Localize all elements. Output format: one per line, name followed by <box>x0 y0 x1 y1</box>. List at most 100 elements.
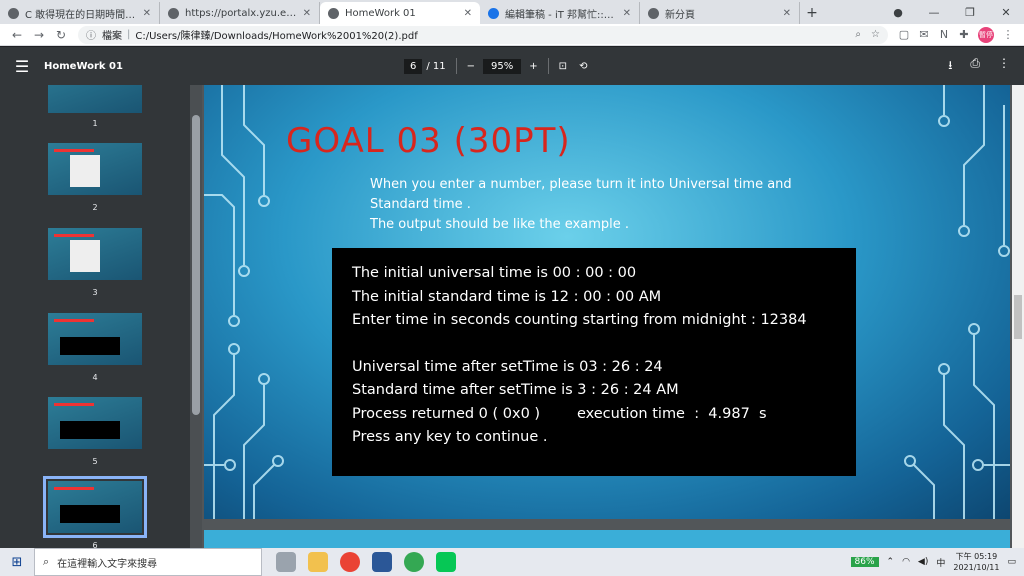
info-icon[interactable]: ⓘ <box>86 27 96 42</box>
console-output: The initial universal time is 00 : 00 : … <box>332 248 856 476</box>
avatar[interactable]: 暫停 <box>978 26 994 43</box>
download-icon[interactable]: ⭳ <box>948 56 952 77</box>
wifi-icon[interactable]: ◠ <box>902 557 910 567</box>
page-thumbnail[interactable] <box>48 397 142 449</box>
clock[interactable]: 下午 05:19 2021/10/11 <box>953 551 999 573</box>
page-thumbnail[interactable] <box>48 143 142 195</box>
description-line: Standard time . <box>370 197 471 212</box>
volume-icon[interactable]: ◀) <box>918 557 928 567</box>
address-bar: ← → ↻ ⓘ 檔案 | C:/Users/陳律臻/Downloads/Home… <box>0 24 1024 46</box>
pdf-viewer[interactable]: GOAL 03 (30PT) When you enter a number, … <box>202 85 1012 550</box>
reload-icon[interactable]: ↻ <box>50 28 72 42</box>
thumb-console <box>60 337 120 355</box>
tab-3[interactable]: 編輯筆稿 - iT 邦幫忙::一起幫忙 ✕ <box>480 2 640 24</box>
url-prefix: 檔案 <box>102 31 122 42</box>
console-line: The initial universal time is 00 : 00 : … <box>352 265 637 281</box>
scrollbar-thumb[interactable] <box>192 115 200 415</box>
pinned-apps <box>276 552 456 572</box>
close-icon[interactable]: ✕ <box>623 8 631 19</box>
fit-page-icon[interactable]: ⊡ <box>559 61 567 72</box>
tab-4[interactable]: 新分頁 ✕ <box>640 2 800 24</box>
divider <box>547 58 549 74</box>
thumbnail-label: 4 <box>92 373 98 382</box>
page-thumbnail-selected[interactable] <box>43 476 147 538</box>
zoom-input[interactable]: 95% <box>483 58 522 74</box>
close-icon[interactable]: ✕ <box>303 8 311 19</box>
task-view-icon[interactable] <box>276 552 296 572</box>
taskbar: ⊞ ⌕ 在這裡輸入文字來搜尋 86% ⌃ ◠ ◀) 中 下午 05:19 202… <box>0 548 1024 576</box>
taskbar-search-input[interactable]: ⌕ 在這裡輸入文字來搜尋 <box>34 548 262 576</box>
notifications-icon[interactable]: ▭ <box>1007 557 1016 567</box>
back-icon[interactable]: ← <box>6 28 28 42</box>
line-icon[interactable] <box>436 552 456 572</box>
url-input[interactable]: ⓘ 檔案 | C:/Users/陳律臻/Downloads/HomeWork%2… <box>78 25 888 44</box>
forward-icon[interactable]: → <box>28 28 50 42</box>
chrome-profile-icon[interactable] <box>404 552 424 572</box>
globe-icon <box>328 7 339 19</box>
description-line: The output should be like the example . <box>370 217 630 232</box>
thumbnail-label: 2 <box>92 203 98 212</box>
clock-date: 2021/10/11 <box>953 563 1000 572</box>
extension-mail-icon[interactable]: ✉ <box>914 28 934 41</box>
tab-1[interactable]: https://portalx.yzu.edu.tw/Port ✕ <box>160 2 320 24</box>
thumb-title <box>54 149 94 152</box>
tab-title: 編輯筆稿 - iT 邦幫忙::一起幫忙 <box>505 9 617 21</box>
profile-icon[interactable]: ● <box>880 6 916 19</box>
pdf-actions: ⭳ ⎙ ⋮ <box>948 56 1010 77</box>
chrome-icon[interactable] <box>340 552 360 572</box>
search-icon: ⌕ <box>43 555 50 568</box>
thumb-console <box>60 421 120 439</box>
page-thumbnail[interactable] <box>48 85 142 113</box>
extensions-puzzle-icon[interactable]: ✚ <box>954 28 974 41</box>
minimize-icon[interactable]: — <box>916 6 952 19</box>
tab-0[interactable]: C 敢得現在的日期時間 @ 數位 ✕ <box>0 2 160 24</box>
close-icon[interactable]: ✕ <box>143 8 151 19</box>
maximize-icon[interactable]: ❐ <box>952 6 988 19</box>
file-explorer-icon[interactable] <box>308 552 328 572</box>
more-options-icon[interactable]: ⋮ <box>998 56 1010 77</box>
slide-page: GOAL 03 (30PT) When you enter a number, … <box>204 85 1010 519</box>
close-icon[interactable]: ✕ <box>783 8 791 19</box>
page-thumbnail[interactable] <box>48 313 142 365</box>
ime-indicator[interactable]: 中 <box>936 556 945 569</box>
zoom-in-button[interactable]: + <box>529 61 537 72</box>
bookmark-star-icon[interactable]: ☆ <box>871 29 880 40</box>
tab-2[interactable]: HomeWork 01 ✕ <box>320 2 480 24</box>
page-total: / 11 <box>426 60 446 72</box>
thumb-title <box>54 487 94 490</box>
zoom-out-button[interactable]: − <box>467 61 475 72</box>
tray-expand-icon[interactable]: ⌃ <box>887 557 895 567</box>
slide-description: When you enter a number, please turn it … <box>370 175 810 235</box>
extension-n-icon[interactable]: N <box>934 28 954 41</box>
extension-icon[interactable]: ▢ <box>894 28 914 41</box>
close-icon[interactable]: ✕ <box>464 8 472 19</box>
print-icon[interactable]: ⎙ <box>970 56 980 77</box>
clock-time: 下午 05:19 <box>955 552 998 561</box>
console-line: Universal time after setTime is 03 : 26 … <box>352 358 663 375</box>
page-number-input[interactable]: 6 <box>404 58 423 74</box>
page-controls: 6 / 11 − 95% + ⊡ ⟲ <box>404 58 587 74</box>
sidebar-scrollbar[interactable] <box>190 85 202 548</box>
tab-title: 新分頁 <box>665 9 695 21</box>
tab-title: C 敢得現在的日期時間 @ 數位 <box>25 9 137 21</box>
console-line: The initial standard time is 12 : 00 : 0… <box>352 288 662 305</box>
windows-start-icon[interactable]: ⊞ <box>0 555 34 570</box>
console-line: Enter time in seconds counting starting … <box>352 312 807 328</box>
scrollbar-thumb[interactable] <box>1014 295 1022 339</box>
app-icon[interactable] <box>372 552 392 572</box>
new-tab-button[interactable]: + <box>800 2 824 24</box>
tab-title: HomeWork 01 <box>345 7 416 19</box>
globe-icon <box>648 7 659 19</box>
battery-indicator[interactable]: 86% <box>850 557 879 567</box>
more-menu-icon[interactable]: ⋮ <box>998 28 1018 41</box>
thumbnail-label: 5 <box>92 457 98 466</box>
menu-icon[interactable]: ☰ <box>0 57 44 76</box>
page-thumbnail[interactable] <box>48 228 142 280</box>
close-window-icon[interactable]: ✕ <box>988 6 1024 19</box>
viewer-scrollbar[interactable] <box>1012 85 1024 548</box>
zoom-lens-icon[interactable]: ⌕ <box>855 29 861 40</box>
thumb-content <box>70 155 100 187</box>
rotate-icon[interactable]: ⟲ <box>579 61 587 72</box>
console-line: Press any key to continue . <box>352 429 548 445</box>
window-controls: ● — ❐ ✕ <box>880 0 1024 24</box>
